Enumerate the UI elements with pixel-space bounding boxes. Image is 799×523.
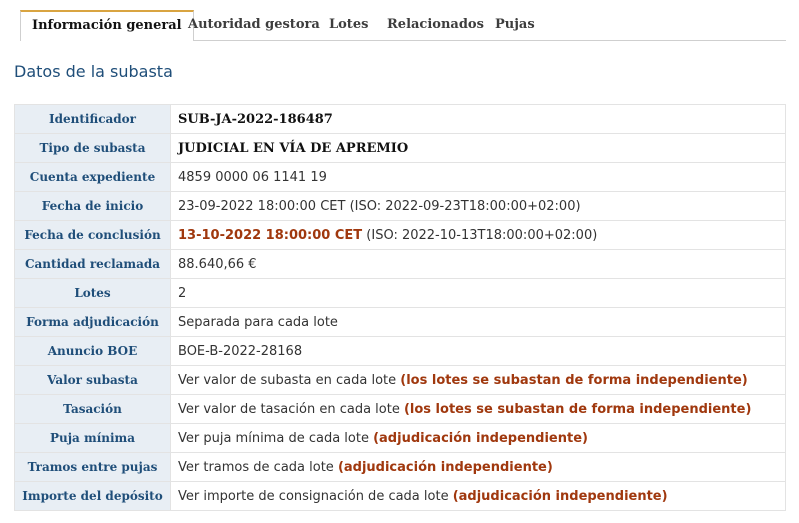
valor-note: (los lotes se subastan de forma independ… [400,372,748,388]
row-value: 13-10-2022 18:00:00 CET (ISO: 2022-10-13… [170,220,786,250]
valor-value: Ver valor de subasta en cada lote [178,372,401,388]
tab-autoridad-gestora[interactable]: Autoridad gestora [176,10,332,40]
identificador-value: SUB-JA-2022-186487 [178,111,333,127]
forma-value: Separada para cada lote [170,307,786,337]
row-label: Lotes [14,278,171,308]
row-label: Forma adjudicación [14,307,171,337]
boe-value: BOE-B-2022-28168 [170,336,786,366]
tab-informacion-general[interactable]: Información general [20,10,194,41]
row-label: Importe del depósito [14,481,171,511]
lotes-value: 2 [170,278,786,308]
table-row: Importe del depósito Ver importe de cons… [14,481,786,511]
table-row: Cuenta expediente 4859 0000 06 1141 19 [14,162,786,192]
row-label: Identificador [14,104,171,134]
conclusion-date: 13-10-2022 18:00:00 CET [178,227,363,243]
row-label: Tasación [14,394,171,424]
row-label: Cantidad reclamada [14,249,171,279]
row-value: Ver importe de consignación de cada lote… [170,481,786,511]
puja-note: (adjudicación independiente) [373,430,588,446]
table-row: Tasación Ver valor de tasación en cada l… [14,394,786,424]
tab-pujas[interactable]: Pujas [483,10,547,40]
inicio-value: 23-09-2022 18:00:00 CET (ISO: 2022-09-23… [170,191,786,221]
row-value: SUB-JA-2022-186487 [170,104,786,134]
table-row: Lotes 2 [14,278,786,308]
table-row: Fecha de inicio 23-09-2022 18:00:00 CET … [14,191,786,221]
conclusion-iso: (ISO: 2022-10-13T18:00:00+02:00) [362,227,598,243]
deposito-value: Ver importe de consignación de cada lote [178,488,453,504]
table-row: Forma adjudicación Separada para cada lo… [14,307,786,337]
row-value: Ver puja mínima de cada lote (adjudicaci… [170,423,786,453]
cuenta-value: 4859 0000 06 1141 19 [170,162,786,192]
row-label: Tramos entre pujas [14,452,171,482]
auction-details-table: Identificador SUB-JA-2022-186487 Tipo de… [14,104,786,511]
section-title: Datos de la subasta [14,62,173,81]
table-row: Puja mínima Ver puja mínima de cada lote… [14,423,786,453]
tab-relacionados[interactable]: Relacionados [375,10,496,40]
deposito-note: (adjudicación independiente) [452,488,668,504]
table-row: Fecha de conclusión 13-10-2022 18:00:00 … [14,220,786,250]
row-label: Fecha de inicio [14,191,171,221]
tramos-note: (adjudicación independiente) [337,459,553,475]
row-label: Anuncio BOE [14,336,171,366]
row-value: Ver valor de subasta en cada lote (los l… [170,365,786,395]
table-row: Identificador SUB-JA-2022-186487 [14,104,786,134]
cantidad-value: 88.640,66 € [170,249,786,279]
puja-value: Ver puja mínima de cada lote [178,430,374,446]
table-row: Cantidad reclamada 88.640,66 € [14,249,786,279]
row-label: Puja mínima [14,423,171,453]
table-row: Valor subasta Ver valor de subasta en ca… [14,365,786,395]
table-row: Anuncio BOE BOE-B-2022-28168 [14,336,786,366]
row-value: Ver valor de tasación en cada lote (los … [170,394,786,424]
row-label: Tipo de subasta [14,133,171,163]
tipo-value: JUDICIAL EN VÍA DE APREMIO [178,140,409,156]
row-label: Valor subasta [14,365,171,395]
row-label: Fecha de conclusión [14,220,171,250]
tab-bar: Información general Autoridad gestora Lo… [20,10,786,41]
tab-lotes[interactable]: Lotes [317,10,380,40]
row-label: Cuenta expediente [14,162,171,192]
tasacion-value: Ver valor de tasación en cada lote [178,401,404,417]
row-value: Ver tramos de cada lote (adjudicación in… [170,452,786,482]
row-value: JUDICIAL EN VÍA DE APREMIO [170,133,786,163]
tasacion-note: (los lotes se subastan de forma independ… [403,401,752,417]
table-row: Tramos entre pujas Ver tramos de cada lo… [14,452,786,482]
tramos-value: Ver tramos de cada lote [178,459,338,475]
table-row: Tipo de subasta JUDICIAL EN VÍA DE APREM… [14,133,786,163]
